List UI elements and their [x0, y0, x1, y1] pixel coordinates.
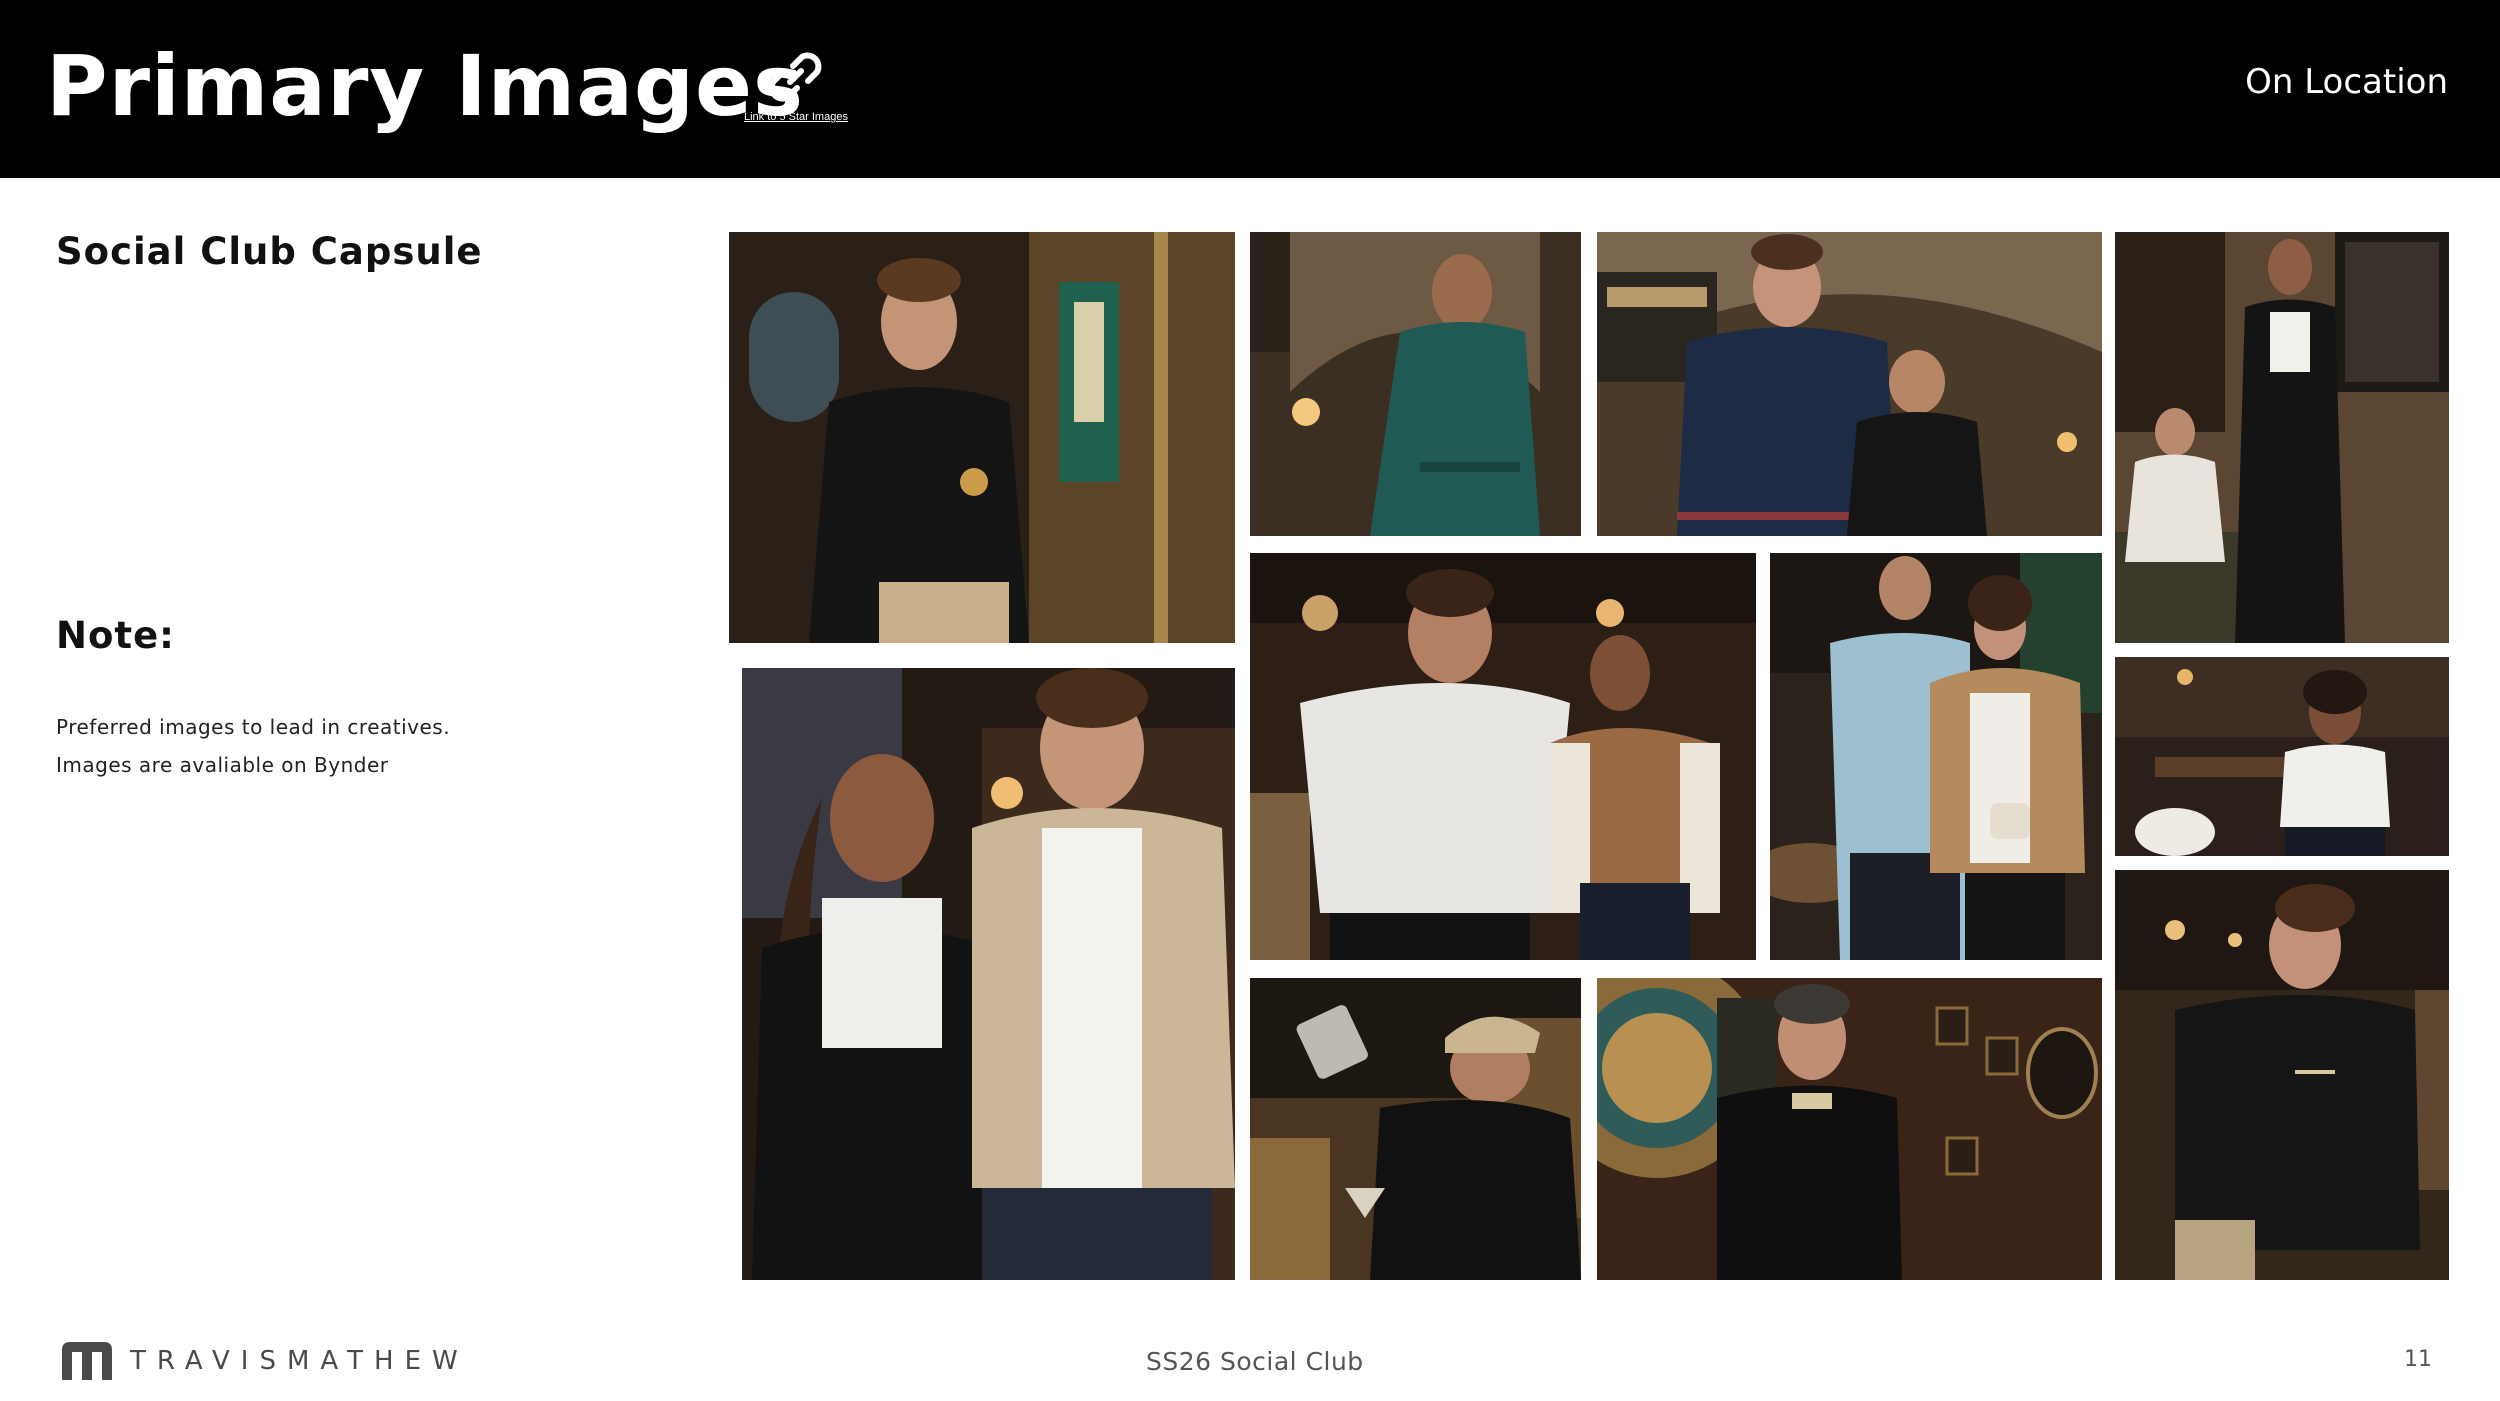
photo-woman-white-tank-top[interactable]	[2115, 657, 2449, 856]
travismathew-logo-icon	[62, 1342, 112, 1380]
photo-bartender-pouring-cocktail[interactable]	[1250, 978, 1581, 1280]
photo-couple-black-and-tan-cardigans[interactable]	[742, 668, 1235, 1280]
photo-man-navy-sweater-scoreboard[interactable]	[1597, 232, 2102, 536]
photo-woman-green-knit-set[interactable]	[1250, 232, 1581, 536]
five-star-images-link[interactable]: Link to 5 Star Images	[744, 111, 848, 123]
note-line: Preferred images to lead in creatives.	[56, 715, 451, 739]
page-number: 11	[2404, 1347, 2432, 1372]
header-bar: Primary Images Link to 5 Star Images On …	[0, 0, 2500, 178]
link-icon[interactable]	[760, 42, 830, 112]
collection-name: SS26 Social Club	[1146, 1347, 1364, 1376]
location-label: On Location	[2245, 62, 2448, 102]
photo-man-black-polo-dartboard[interactable]	[1597, 978, 2102, 1280]
photo-woman-black-jacket-standing[interactable]	[2115, 232, 2449, 643]
page-title: Primary Images	[46, 37, 804, 135]
photo-man-white-polo-woman-varsity-jacket[interactable]	[1250, 553, 1756, 960]
photo-man-black-tee-bar[interactable]	[2115, 870, 2449, 1280]
note-line: Images are avaliable on Bynder	[56, 753, 389, 777]
brand-wordmark: TRAVISMATHEW	[130, 1346, 469, 1376]
capsule-title: Social Club Capsule	[56, 230, 483, 273]
note-heading: Note:	[56, 614, 175, 657]
photo-man-black-shirt-holding-drink[interactable]	[729, 232, 1235, 643]
photo-couple-blue-shirt-camel-jacket[interactable]	[1770, 553, 2102, 960]
